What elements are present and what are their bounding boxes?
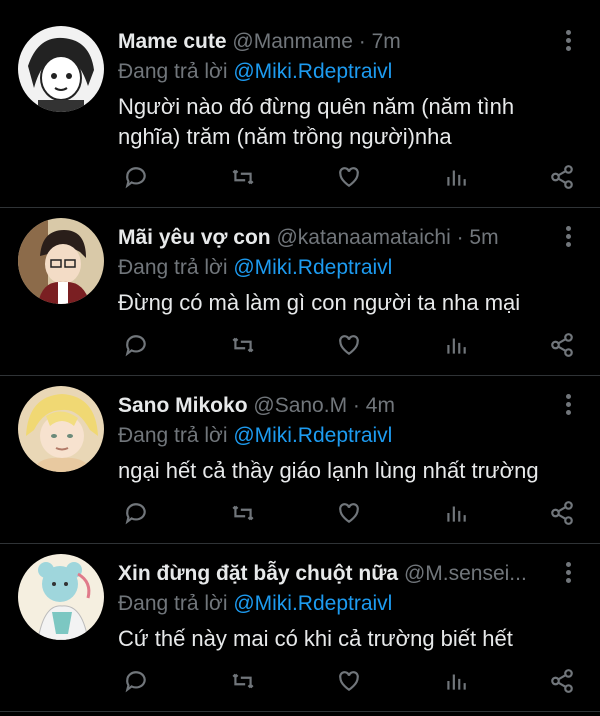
reply-feed: Mame cute @Manmame · 7m Đang trả lời @Mi…	[0, 0, 600, 716]
tweet-header: Sano Mikoko @Sano.M · 4m	[118, 392, 560, 420]
separator-dot: ·	[456, 226, 464, 249]
like-icon[interactable]	[331, 327, 367, 363]
display-name[interactable]: Xin đừng đặt bẫy chuột nữa	[118, 562, 398, 585]
replying-to: Đang trả lời @Miki.Rdeptraivl	[118, 590, 560, 618]
tweet-text: Cứ thế này mai có khi cả trường biết hết	[118, 626, 513, 651]
reply-mention-link[interactable]: @Miki.Rdeptraivl	[233, 256, 392, 279]
tweet[interactable]: Mãi yêu vợ con @katanaamataichi · 5m Đan…	[0, 208, 600, 376]
reply-prefix: Đang trả lời	[118, 256, 228, 279]
share-icon[interactable]	[544, 159, 580, 195]
analytics-icon[interactable]	[438, 663, 474, 699]
tweet-content: Sano Mikoko @Sano.M · 4m Đang trả lời @M…	[118, 392, 560, 486]
tweet[interactable]: Xin đừng đặt bẫy chuột nữa @M.sensei... …	[0, 544, 600, 712]
user-handle[interactable]: @Manmame	[232, 30, 353, 53]
reply-mention-link[interactable]: @Miki.Rdeptraivl	[233, 60, 392, 83]
more-options-icon[interactable]	[564, 30, 572, 54]
separator-dot: ·	[358, 30, 366, 53]
avatar[interactable]	[18, 386, 104, 472]
more-options-icon[interactable]	[564, 562, 572, 586]
analytics-icon[interactable]	[438, 159, 474, 195]
action-bar	[118, 159, 580, 195]
share-icon[interactable]	[544, 663, 580, 699]
tweet-header: Mame cute @Manmame · 7m	[118, 28, 560, 56]
like-icon[interactable]	[331, 495, 367, 531]
retweet-icon[interactable]	[225, 159, 261, 195]
tweet-header: Mãi yêu vợ con @katanaamataichi · 5m	[118, 224, 560, 252]
avatar[interactable]	[18, 218, 104, 304]
action-bar	[118, 495, 580, 531]
reply-icon[interactable]	[118, 327, 154, 363]
timestamp[interactable]: 5m	[469, 226, 498, 249]
display-name[interactable]: Mame cute	[118, 30, 227, 53]
avatar[interactable]	[18, 554, 104, 640]
separator-dot: ·	[352, 394, 360, 417]
like-icon[interactable]	[331, 159, 367, 195]
tweet[interactable]: Sano Mikoko @Sano.M · 4m Đang trả lời @M…	[0, 376, 600, 544]
user-handle[interactable]: @Sano.M	[253, 394, 347, 417]
replying-to: Đang trả lời @Miki.Rdeptraivl	[118, 422, 560, 450]
replying-to: Đang trả lời @Miki.Rdeptraivl	[118, 254, 560, 282]
more-options-icon[interactable]	[564, 226, 572, 250]
reply-icon[interactable]	[118, 663, 154, 699]
avatar[interactable]	[18, 26, 104, 112]
share-icon[interactable]	[544, 327, 580, 363]
display-name[interactable]: Sano Mikoko	[118, 394, 248, 417]
tweet-text: ngại hết cả thầy giáo lạnh lùng nhất trư…	[118, 458, 539, 483]
reply-prefix: Đang trả lời	[118, 424, 228, 447]
user-handle[interactable]: @katanaamataichi	[276, 226, 450, 249]
analytics-icon[interactable]	[438, 327, 474, 363]
timestamp[interactable]: 4m	[366, 394, 395, 417]
like-icon[interactable]	[331, 663, 367, 699]
analytics-icon[interactable]	[438, 495, 474, 531]
reply-mention-link[interactable]: @Miki.Rdeptraivl	[233, 592, 392, 615]
more-options-icon[interactable]	[564, 394, 572, 418]
retweet-icon[interactable]	[225, 663, 261, 699]
display-name[interactable]: Mãi yêu vợ con	[118, 226, 271, 249]
tweet-text: Người nào đó đừng quên năm (năm tình ngh…	[118, 94, 515, 149]
tweet-header: Xin đừng đặt bẫy chuột nữa @M.sensei...	[118, 560, 560, 588]
tweet-content: Xin đừng đặt bẫy chuột nữa @M.sensei... …	[118, 560, 560, 654]
reply-mention-link[interactable]: @Miki.Rdeptraivl	[233, 424, 392, 447]
share-icon[interactable]	[544, 495, 580, 531]
replying-to: Đang trả lời @Miki.Rdeptraivl	[118, 58, 560, 86]
timestamp[interactable]: 7m	[372, 30, 401, 53]
tweet-content: Mame cute @Manmame · 7m Đang trả lời @Mi…	[118, 28, 560, 152]
tweet-text: Đừng có mà làm gì con người ta nha mại	[118, 290, 521, 315]
action-bar	[118, 327, 580, 363]
reply-prefix: Đang trả lời	[118, 60, 228, 83]
retweet-icon[interactable]	[225, 495, 261, 531]
action-bar	[118, 663, 580, 699]
tweet[interactable]: Mame cute @Manmame · 7m Đang trả lời @Mi…	[0, 0, 600, 208]
user-handle[interactable]: @M.sensei...	[404, 562, 527, 585]
reply-prefix: Đang trả lời	[118, 592, 228, 615]
reply-icon[interactable]	[118, 159, 154, 195]
reply-icon[interactable]	[118, 495, 154, 531]
tweet-content: Mãi yêu vợ con @katanaamataichi · 5m Đan…	[118, 224, 560, 318]
retweet-icon[interactable]	[225, 327, 261, 363]
